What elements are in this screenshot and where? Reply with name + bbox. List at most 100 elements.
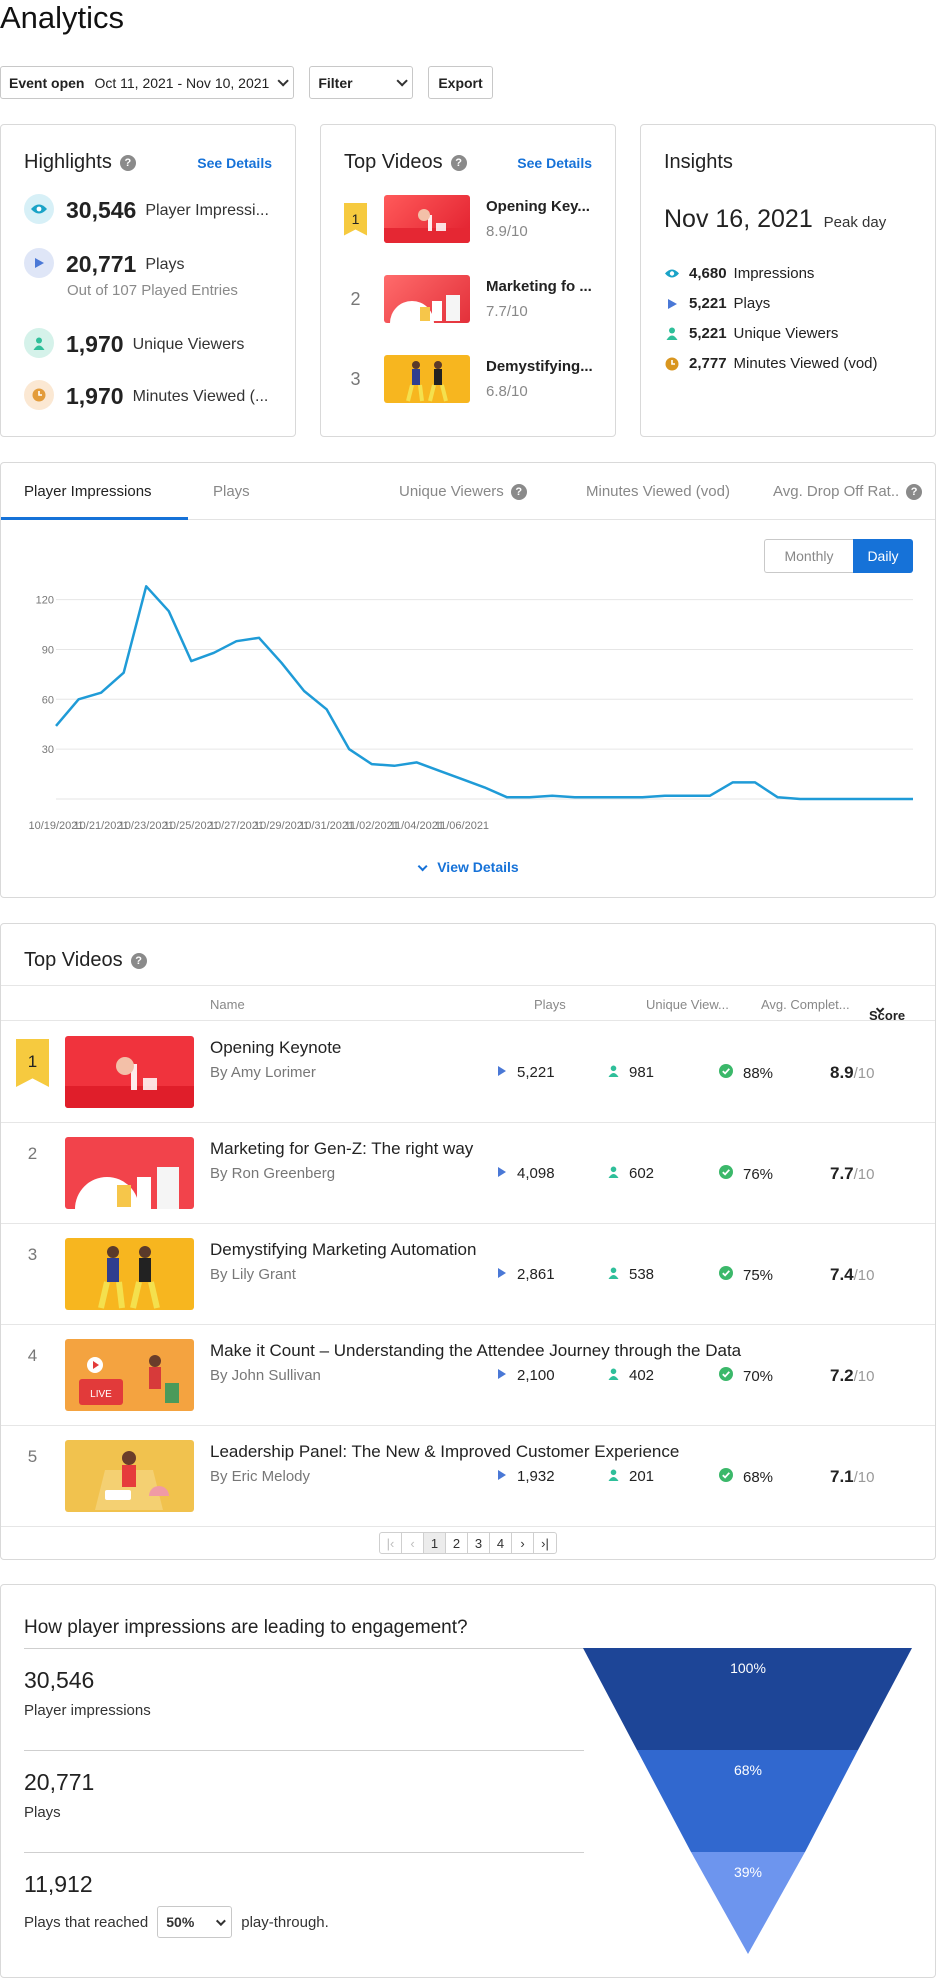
prev-page-button[interactable]: ‹ [402, 1533, 424, 1553]
funnel-label: Player impressions [24, 1702, 151, 1719]
funnel-pct-impressions: 100% [730, 1660, 766, 1676]
funnel-row-impressions: 30,546 Player impressions [24, 1648, 584, 1719]
table-row[interactable]: 5 Leadership Panel: The New & Improved C… [1, 1426, 935, 1527]
tab-player-impressions[interactable]: Player Impressions [24, 483, 152, 500]
video-name: Marketing fo ... [486, 278, 592, 295]
check-circle-icon [719, 1165, 733, 1183]
viewers-cell: 201 [608, 1468, 654, 1485]
help-icon[interactable]: ? [510, 483, 527, 500]
insight-value: 5,221 [689, 295, 727, 312]
filter-dropdown[interactable]: Filter [309, 66, 414, 99]
video-thumbnail[interactable]: LIVE [65, 1339, 194, 1411]
completion-value: 76% [743, 1165, 774, 1183]
video-thumbnail[interactable] [384, 195, 470, 243]
view-details-link[interactable]: View Details [1, 859, 935, 875]
user-icon [608, 1367, 619, 1384]
top-video-card-item[interactable]: 3 Demystifying... 6.8/10 [344, 355, 593, 403]
next-page-button[interactable]: › [512, 1533, 534, 1553]
tab-minutes-viewed[interactable]: Minutes Viewed (vod) [586, 483, 730, 500]
page-3-button[interactable]: 3 [468, 1533, 490, 1553]
score-value: 7.4 [830, 1265, 854, 1284]
video-title[interactable]: Demystifying Marketing Automation [210, 1240, 476, 1260]
help-icon[interactable]: ? [130, 952, 147, 969]
first-page-button[interactable]: |‹ [380, 1533, 402, 1553]
page-4-button[interactable]: 4 [490, 1533, 512, 1553]
rank-number: 2 [27, 1144, 38, 1163]
impressions-value: 30,546 [66, 197, 137, 223]
video-title[interactable]: Leadership Panel: The New & Improved Cus… [210, 1442, 679, 1462]
insight-label: Plays [733, 295, 771, 312]
chevron-down-icon [417, 861, 428, 872]
highlights-see-details-link[interactable]: See Details [197, 155, 272, 171]
play-through-select[interactable]: 50% [157, 1906, 233, 1938]
top-video-card-item[interactable]: 2 Marketing fo ... 7.7/10 [344, 275, 592, 323]
funnel-value: 20,771 [24, 1769, 95, 1795]
video-thumbnail[interactable] [65, 1137, 194, 1209]
video-title[interactable]: Make it Count – Understanding the Attend… [210, 1341, 741, 1361]
funnel-label: Plays that reached 50% play-through. [24, 1906, 584, 1938]
daily-toggle[interactable]: Daily [853, 539, 913, 573]
video-author: By Amy Lorimer [210, 1064, 316, 1081]
tab-unique-viewers[interactable]: Unique Viewers ? [399, 483, 527, 500]
date-range-select[interactable]: Event open Oct 11, 2021 - Nov 10, 2021 [0, 66, 295, 99]
video-title[interactable]: Opening Keynote [210, 1038, 341, 1058]
highlight-plays: 20,771 Plays [24, 248, 185, 278]
plays-cell: 2,100 [497, 1367, 555, 1384]
video-thumbnail[interactable] [384, 275, 470, 323]
score-max: /10 [853, 1065, 875, 1082]
rank-badge: 1 [344, 202, 367, 236]
help-icon[interactable]: ? [119, 154, 136, 171]
plays-value: 1,932 [517, 1468, 555, 1485]
export-button[interactable]: Export [428, 66, 493, 99]
tab-plays[interactable]: Plays [213, 483, 250, 500]
page-2-button[interactable]: 2 [446, 1533, 468, 1553]
insight-plays: 5,221 Plays [664, 295, 770, 312]
rank: 5 [16, 1443, 49, 1467]
eye-icon [664, 268, 680, 279]
last-page-button[interactable]: ›| [534, 1533, 556, 1553]
column-score-label: Score [869, 1008, 906, 1023]
plays-label: Plays [145, 256, 185, 273]
column-plays[interactable]: Plays [534, 997, 566, 1012]
help-icon[interactable]: ? [450, 154, 467, 171]
top-video-card-item[interactable]: 1 Opening Key... 8.9/10 [344, 195, 590, 243]
insights-title: Insights [664, 151, 733, 173]
video-score: 6.8/10 [486, 383, 528, 400]
user-icon [608, 1468, 619, 1485]
score-value: 7.7 [830, 1164, 854, 1183]
tab-avg-drop-off-rate[interactable]: Avg. Drop Off Rat.. ? [773, 483, 923, 500]
column-avg-completion[interactable]: Avg. Complet... [761, 997, 850, 1012]
video-thumbnail[interactable] [384, 355, 470, 403]
table-row[interactable]: 3 Demystifying Marketing Automation By L… [1, 1224, 935, 1325]
analytics-page: Analytics Event open Oct 11, 2021 - Nov … [0, 0, 936, 1978]
table-header: Name Plays Unique View... Avg. Complet..… [1, 985, 935, 1023]
chevron-down-icon [277, 74, 290, 87]
page-1-button[interactable]: 1 [424, 1533, 446, 1553]
table-row[interactable]: 1 Opening Keynote By Amy Lorimer 5,221 9… [1, 1022, 935, 1123]
highlights-title-text: Highlights [24, 151, 112, 173]
tab-avg-drop-off-rate-label: Avg. Drop Off Rat.. [773, 483, 900, 500]
score-cell: 7.1/10 [830, 1467, 875, 1487]
video-thumbnail[interactable] [65, 1036, 194, 1108]
page-title: Analytics [0, 0, 125, 35]
series-line [55, 585, 913, 801]
rank: 3 [16, 1241, 49, 1265]
table-row[interactable]: 4 LIVE Make it Count – Understanding the… [1, 1325, 935, 1426]
funnel-pct-plays: 68% [734, 1762, 762, 1778]
video-title[interactable]: Marketing for Gen-Z: The right way [210, 1139, 473, 1159]
video-name: Demystifying... [486, 358, 593, 375]
monthly-toggle[interactable]: Monthly [764, 539, 853, 573]
highlight-impressions: 30,546 Player Impressi... [24, 194, 269, 224]
video-thumbnail[interactable] [65, 1238, 194, 1310]
insight-impressions: 4,680 Impressions [664, 265, 814, 282]
column-unique-viewers[interactable]: Unique View... [646, 997, 729, 1012]
help-icon[interactable]: ? [906, 483, 923, 500]
table-row[interactable]: 2 Marketing for Gen-Z: The right way By … [1, 1123, 935, 1224]
insight-minutes-viewed: 2,777 Minutes Viewed (vod) [664, 355, 878, 372]
column-name[interactable]: Name [210, 997, 245, 1012]
funnel-label-before: Plays that reached [24, 1913, 149, 1931]
video-thumbnail[interactable] [65, 1440, 194, 1512]
top-videos-see-details-link[interactable]: See Details [517, 155, 592, 171]
rank-number: 3 [27, 1245, 38, 1264]
viewers-cell: 538 [608, 1266, 654, 1283]
